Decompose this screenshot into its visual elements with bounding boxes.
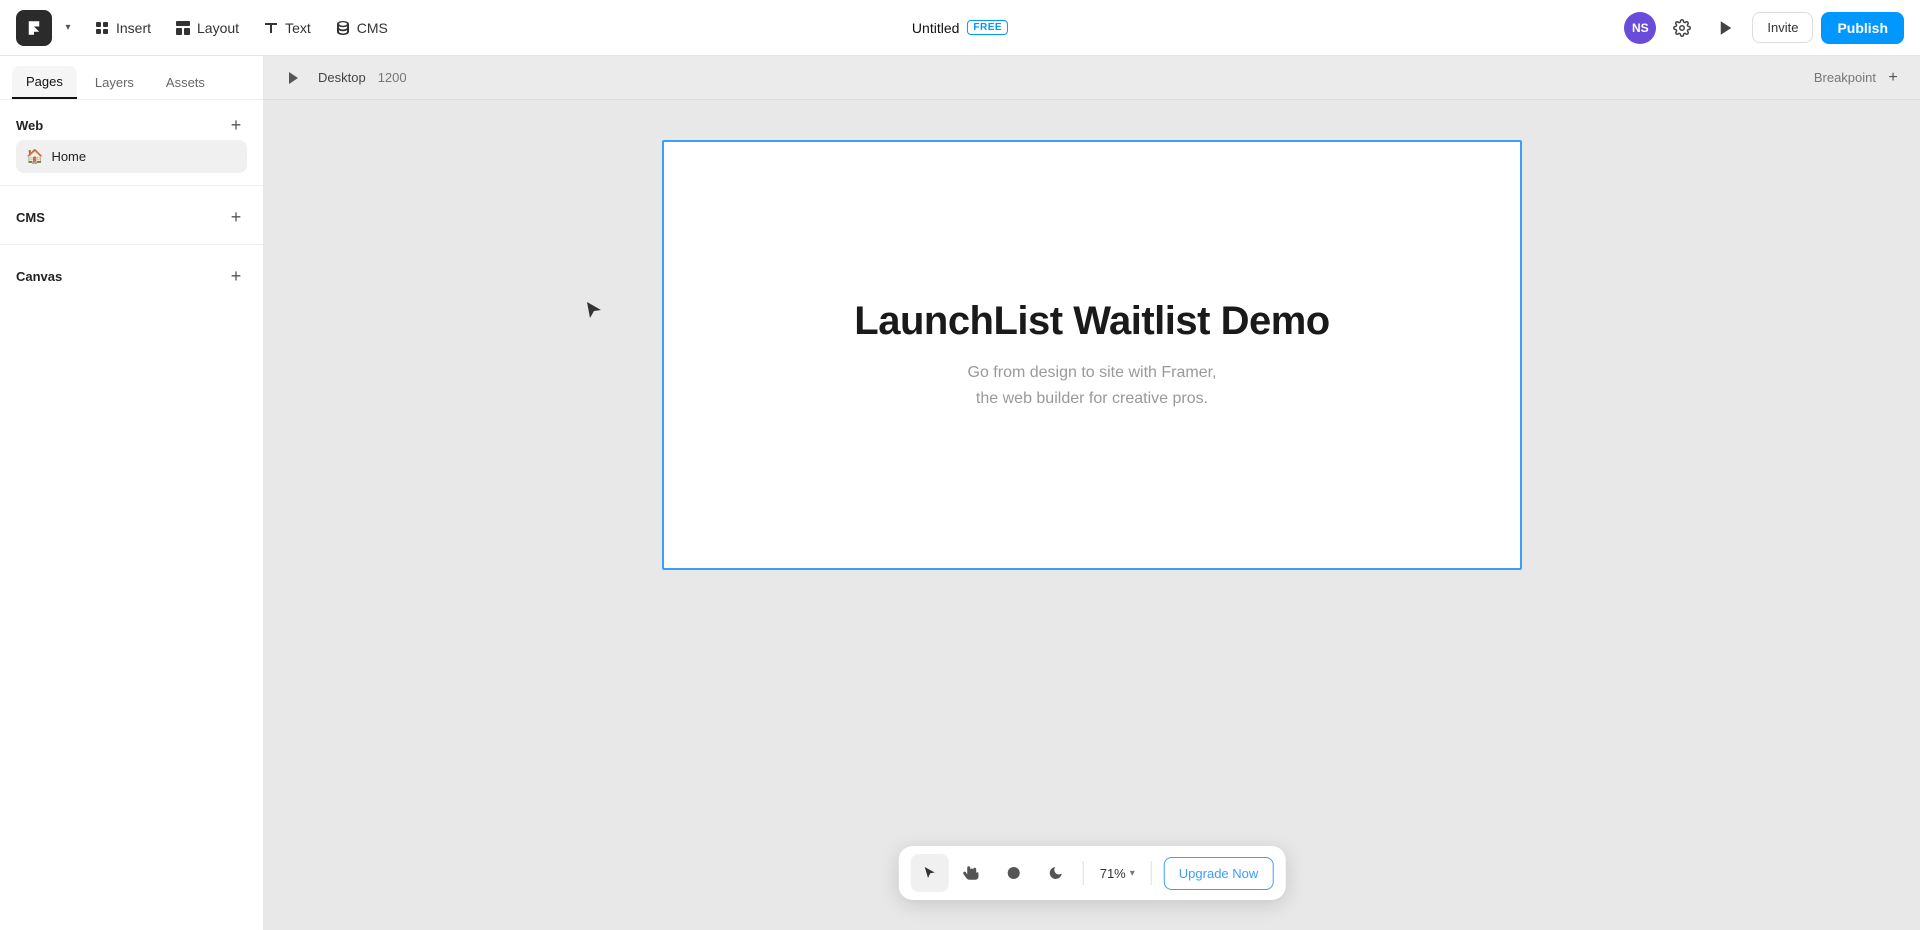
- sidebar: Pages Layers Assets Web + 🏠 Home CMS: [0, 56, 264, 930]
- select-tool-button[interactable]: [911, 854, 949, 892]
- toolbar-divider: [1083, 861, 1084, 885]
- cms-section-title: CMS: [16, 210, 45, 225]
- hand-icon: [963, 864, 981, 882]
- add-web-page-button[interactable]: +: [225, 114, 247, 136]
- web-section-title: Web: [16, 118, 43, 133]
- breakpoint-label: Breakpoint: [1814, 70, 1876, 85]
- title-area: Untitled FREE: [912, 20, 1008, 36]
- tab-pages[interactable]: Pages: [12, 66, 77, 99]
- upgrade-button[interactable]: Upgrade Now: [1164, 857, 1274, 890]
- sidebar-canvas-section: Canvas +: [0, 251, 263, 297]
- home-icon: 🏠: [26, 148, 43, 165]
- invite-label: Invite: [1767, 20, 1798, 35]
- canvas-section-header: Canvas +: [16, 265, 247, 287]
- web-section-header: Web +: [16, 114, 247, 136]
- framer-icon: [25, 19, 43, 37]
- select-icon: [922, 865, 938, 881]
- hand-tool-button[interactable]: [953, 854, 991, 892]
- top-navigation: ▾ Insert Layout Text CMS Untitled FREE N…: [0, 0, 1920, 56]
- canvas-scroll[interactable]: LaunchList Waitlist Demo Go from design …: [264, 100, 1920, 930]
- nav-center: Untitled FREE: [912, 20, 1008, 36]
- publish-label: Publish: [1837, 20, 1888, 36]
- add-canvas-button[interactable]: +: [225, 265, 247, 287]
- bottom-toolbar: 71% ▾ Upgrade Now: [899, 846, 1286, 900]
- toolbar-divider-2: [1151, 861, 1152, 885]
- zoom-control[interactable]: 71% ▾: [1092, 862, 1143, 885]
- layout-label: Layout: [197, 20, 239, 36]
- layout-icon: [175, 20, 191, 36]
- avatar-initials: NS: [1632, 21, 1649, 35]
- upgrade-label: Upgrade Now: [1179, 866, 1259, 881]
- sidebar-cms-section: CMS +: [0, 192, 263, 238]
- cms-icon: [335, 20, 351, 36]
- preview-button[interactable]: [1708, 10, 1744, 46]
- canvas-play-icon: [285, 70, 301, 86]
- dark-mode-button[interactable]: [1037, 854, 1075, 892]
- insert-label: Insert: [116, 20, 151, 36]
- canvas-play-button[interactable]: [280, 65, 306, 91]
- gear-icon: [1673, 19, 1691, 37]
- main-area: Pages Layers Assets Web + 🏠 Home CMS: [0, 56, 1920, 930]
- frame-title: LaunchList Waitlist Demo: [854, 299, 1329, 344]
- play-icon: [1717, 19, 1735, 37]
- home-page-item[interactable]: 🏠 Home: [16, 140, 247, 173]
- add-cms-button[interactable]: +: [225, 206, 247, 228]
- page-frame[interactable]: LaunchList Waitlist Demo Go from design …: [662, 140, 1522, 570]
- divider-2: [0, 244, 263, 245]
- sidebar-tabs: Pages Layers Assets: [0, 56, 263, 100]
- add-breakpoint-button[interactable]: +: [1882, 67, 1904, 89]
- nav-right: NS Invite Publish: [1624, 10, 1904, 46]
- layout-button[interactable]: Layout: [165, 14, 249, 42]
- cms-button[interactable]: CMS: [325, 14, 398, 42]
- text-icon: [263, 20, 279, 36]
- home-page-label: Home: [51, 149, 86, 164]
- canvas-section-title: Canvas: [16, 269, 62, 284]
- text-button[interactable]: Text: [253, 14, 321, 42]
- logo-button[interactable]: [16, 10, 52, 46]
- text-label: Text: [285, 20, 311, 36]
- insert-button[interactable]: Insert: [84, 14, 161, 42]
- canvas-area: Desktop 1200 Breakpoint + LaunchList Wai…: [264, 56, 1920, 930]
- canvas-width-label: 1200: [378, 70, 407, 85]
- moon-icon: [1048, 865, 1064, 881]
- cms-label: CMS: [357, 20, 388, 36]
- settings-button[interactable]: [1664, 10, 1700, 46]
- divider-1: [0, 185, 263, 186]
- project-title: Untitled: [912, 20, 959, 36]
- circle-tool-button[interactable]: [995, 854, 1033, 892]
- nav-left: ▾ Insert Layout Text CMS: [16, 10, 1620, 46]
- circle-icon: [1006, 865, 1022, 881]
- avatar-button[interactable]: NS: [1624, 12, 1656, 44]
- frame-subtitle: Go from design to site with Framer, the …: [968, 360, 1217, 411]
- canvas-desktop-label: Desktop: [318, 70, 366, 85]
- cms-section-header: CMS +: [16, 206, 247, 228]
- free-badge: FREE: [967, 20, 1008, 35]
- sidebar-web-section: Web + 🏠 Home: [0, 100, 263, 179]
- tab-assets[interactable]: Assets: [152, 66, 219, 99]
- cursor-indicator: [584, 300, 604, 325]
- insert-icon: [94, 20, 110, 36]
- zoom-value: 71%: [1100, 866, 1126, 881]
- tab-layers[interactable]: Layers: [81, 66, 148, 99]
- zoom-chevron-icon: ▾: [1130, 868, 1135, 879]
- breakpoint-area: Breakpoint +: [1814, 67, 1904, 89]
- invite-button[interactable]: Invite: [1752, 12, 1813, 43]
- publish-button[interactable]: Publish: [1821, 12, 1904, 44]
- canvas-toolbar: Desktop 1200 Breakpoint +: [264, 56, 1920, 100]
- logo-chevron[interactable]: ▾: [56, 16, 80, 40]
